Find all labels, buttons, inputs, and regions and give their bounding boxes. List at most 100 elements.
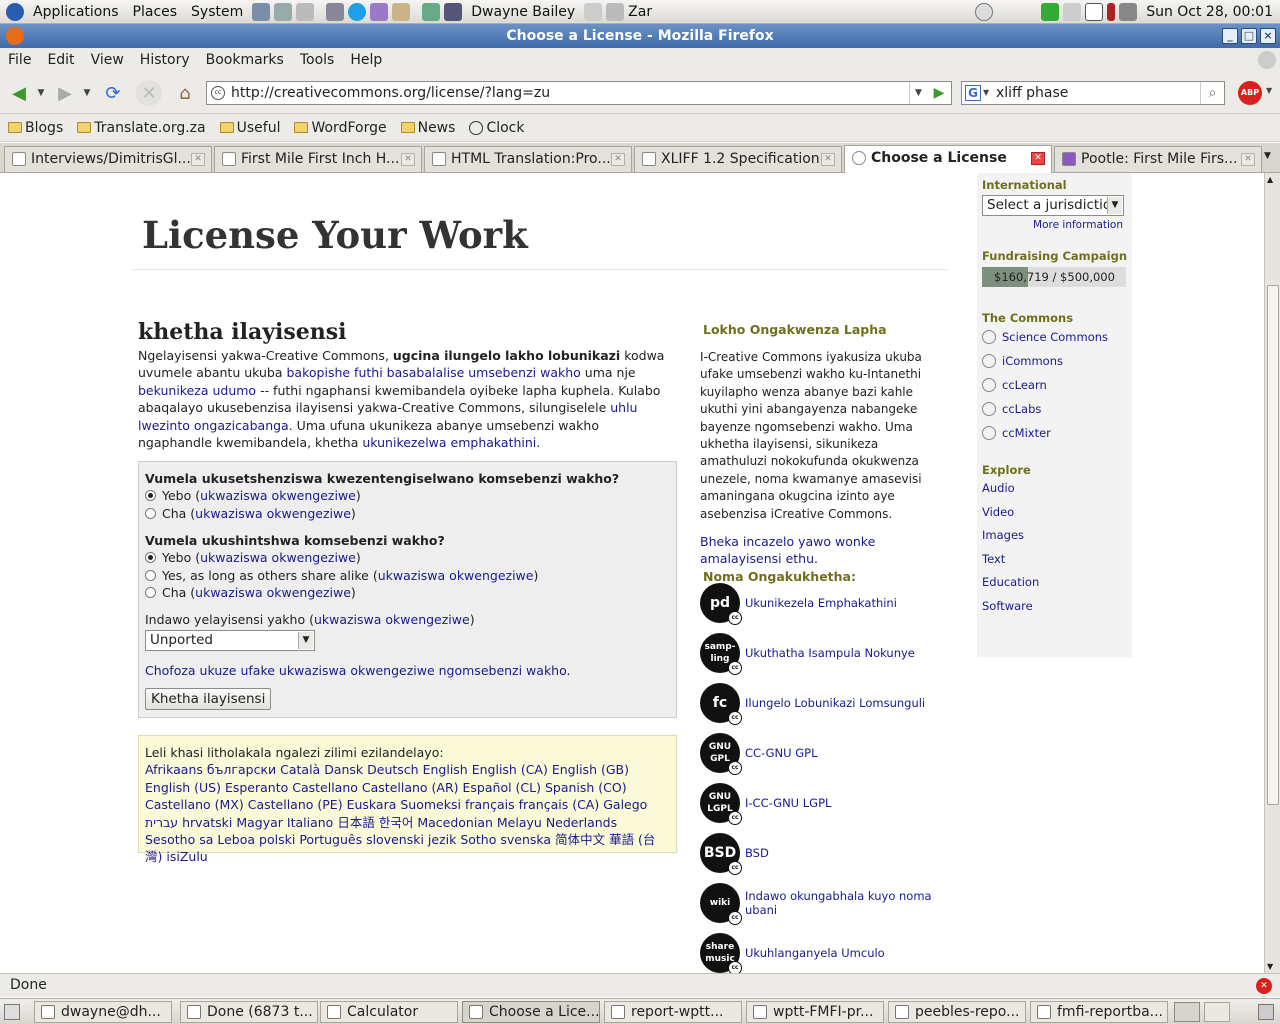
applications-menu[interactable]: Applications bbox=[26, 4, 126, 20]
language-link[interactable]: Português bbox=[299, 832, 362, 847]
close-tab-icon[interactable]: ✕ bbox=[1031, 152, 1045, 165]
launcher-icon[interactable] bbox=[422, 2, 441, 21]
system-menu[interactable]: System bbox=[184, 4, 250, 20]
power-icon[interactable] bbox=[975, 2, 994, 21]
option-commercial-no[interactable]: Cha (ukwaziswa okwengeziwe) bbox=[145, 505, 670, 523]
trash-icon[interactable] bbox=[1258, 1004, 1274, 1020]
tab-choose-license[interactable]: Choose a License ✕ bbox=[844, 145, 1052, 173]
more-information-link[interactable]: More information bbox=[1033, 219, 1123, 231]
language-link[interactable]: Spanish (CO) bbox=[545, 780, 627, 795]
fedora-logo-icon[interactable] bbox=[6, 2, 24, 21]
explore-link[interactable]: Text bbox=[982, 548, 1127, 572]
additional-info-link[interactable]: Chofoza ukuze ufake ukwaziswa okwengeziw… bbox=[145, 663, 571, 678]
close-tab-icon[interactable]: ✕ bbox=[611, 153, 625, 166]
tab-list-dropdown-icon[interactable]: ▼ bbox=[1264, 151, 1271, 161]
choose-license-button[interactable]: Khetha ilayisensi bbox=[145, 687, 272, 710]
language-link[interactable]: Italiano bbox=[287, 815, 333, 830]
explore-link[interactable]: Video bbox=[982, 501, 1127, 525]
language-link[interactable]: Castellano (MX) bbox=[145, 797, 244, 812]
license-option[interactable]: BSD cc BSD bbox=[700, 833, 945, 875]
license-option[interactable]: GNU GPL cc CC-GNU GPL bbox=[700, 733, 945, 775]
license-badge-icon[interactable]: fc cc bbox=[700, 683, 742, 725]
license-badge-icon[interactable]: share music cc bbox=[700, 933, 742, 973]
explore-link[interactable]: Images bbox=[982, 524, 1127, 548]
menu-help[interactable]: Help bbox=[342, 52, 390, 68]
language-link[interactable]: Afrikaans bbox=[145, 762, 203, 777]
option-mod-no[interactable]: Cha (ukwaziswa okwengeziwe) bbox=[145, 584, 670, 602]
bookmark-folder-wordforge[interactable]: WordForge bbox=[294, 120, 387, 136]
fundraising-progress-bar[interactable]: $160,719 / $500,000 bbox=[982, 267, 1126, 287]
language-link[interactable]: Castellano (PE) bbox=[248, 797, 343, 812]
commons-link[interactable]: iCommons bbox=[982, 349, 1127, 373]
google-engine-icon[interactable]: G bbox=[965, 85, 981, 101]
explore-link-text[interactable]: Video bbox=[982, 501, 1014, 525]
bookmark-folder-translate[interactable]: Translate.org.za bbox=[77, 120, 206, 136]
license-option-link[interactable]: Ukuhlanganyela Umculo bbox=[745, 946, 885, 960]
adblock-status-icon[interactable]: ✕ bbox=[1256, 978, 1272, 994]
search-icon[interactable]: ⌕ bbox=[1200, 82, 1224, 104]
menu-tools[interactable]: Tools bbox=[292, 52, 343, 68]
license-badge-icon[interactable]: wiki cc bbox=[700, 883, 742, 925]
license-badge-icon[interactable]: GNU GPL cc bbox=[700, 733, 742, 775]
tab-html-translation[interactable]: HTML Translation:Pro... ✕ bbox=[424, 146, 632, 172]
license-badge-icon[interactable]: BSD cc bbox=[700, 833, 742, 875]
launcher-icon[interactable] bbox=[326, 2, 345, 21]
language-link[interactable]: 简体中文 bbox=[555, 832, 605, 847]
explore-link-text[interactable]: Education bbox=[982, 571, 1039, 595]
license-option[interactable]: share music cc Ukuhlanganyela Umculo bbox=[700, 933, 945, 973]
battery-icon[interactable] bbox=[1107, 2, 1116, 21]
minimize-icon[interactable]: _ bbox=[1222, 28, 1238, 44]
scroll-up-icon[interactable]: ▲ bbox=[1267, 175, 1273, 184]
radio-selected-icon[interactable] bbox=[145, 490, 156, 502]
more-info-link[interactable]: ukwaziswa okwengeziwe bbox=[195, 505, 351, 523]
close-tab-icon[interactable]: ✕ bbox=[191, 153, 205, 166]
more-info-link[interactable]: ukwaziswa okwengeziwe bbox=[195, 584, 351, 602]
language-link[interactable]: 日本語 bbox=[337, 815, 375, 830]
license-badge-icon[interactable]: GNU LGPL cc bbox=[700, 783, 742, 825]
explore-link[interactable]: Education bbox=[982, 571, 1127, 595]
language-link[interactable]: български bbox=[207, 762, 276, 777]
bookmark-folder-useful[interactable]: Useful bbox=[219, 120, 280, 136]
stop-icon[interactable]: ✕ bbox=[136, 80, 162, 106]
taskbar-button[interactable]: wptt-FMFI-pr... bbox=[746, 1001, 884, 1023]
vertical-scrollbar[interactable]: ▲ ▼ bbox=[1264, 173, 1280, 973]
terminal-icon[interactable] bbox=[444, 2, 463, 21]
places-menu[interactable]: Places bbox=[126, 4, 185, 20]
pidgin-icon[interactable] bbox=[370, 2, 389, 21]
taskbar-button[interactable]: Choose a Lice... bbox=[462, 1001, 600, 1023]
taskbar-button[interactable]: Calculator bbox=[320, 1001, 458, 1023]
close-tab-icon[interactable]: ✕ bbox=[1241, 153, 1255, 166]
language-link[interactable]: Català bbox=[280, 762, 320, 777]
tab-first-mile[interactable]: First Mile First Inch H... ✕ bbox=[214, 146, 422, 172]
close-icon[interactable]: × bbox=[1260, 28, 1276, 44]
language-link[interactable]: Galego bbox=[603, 797, 647, 812]
radio-icon[interactable] bbox=[145, 587, 156, 599]
language-link[interactable]: Suomeksi bbox=[400, 797, 461, 812]
commons-link[interactable]: Science Commons bbox=[982, 325, 1127, 349]
reload-icon[interactable]: ⟳ bbox=[100, 80, 126, 106]
taskbar-button[interactable]: fmfi-reportba... bbox=[1030, 1001, 1168, 1023]
license-option[interactable]: samp-ling cc Ukuthatha Isampula Nokunye bbox=[700, 633, 945, 675]
keyboard-icon[interactable] bbox=[1085, 2, 1104, 21]
language-link[interactable]: עברית bbox=[145, 815, 178, 830]
explore-link[interactable]: Audio bbox=[982, 477, 1127, 501]
back-arrow-icon[interactable]: ◀ bbox=[6, 80, 32, 106]
launcher-icon[interactable] bbox=[252, 2, 271, 21]
radio-icon[interactable] bbox=[145, 507, 156, 519]
commons-link-text[interactable]: ccLearn bbox=[1002, 373, 1047, 397]
language-link[interactable]: Magyar bbox=[236, 815, 283, 830]
license-badge-icon[interactable]: pd cc bbox=[700, 583, 742, 625]
license-option-link[interactable]: Indawo okungabhala kuyo noma ubani bbox=[745, 889, 945, 917]
language-link[interactable]: English (CA) bbox=[472, 762, 548, 777]
language-link[interactable]: isiZulu bbox=[166, 849, 207, 864]
explore-link-text[interactable]: Audio bbox=[982, 477, 1015, 501]
explore-link-text[interactable]: Software bbox=[982, 595, 1033, 619]
license-option-link[interactable]: Ukuthatha Isampula Nokunye bbox=[745, 646, 915, 660]
taskbar-button[interactable]: Done (6873 t... bbox=[180, 1001, 318, 1023]
launcher-icon[interactable] bbox=[274, 2, 293, 21]
license-option[interactable]: fc cc Ilungelo Lobunikazi Lomsunguli bbox=[700, 683, 945, 725]
menu-history[interactable]: History bbox=[132, 52, 198, 68]
explore-link-text[interactable]: Images bbox=[982, 524, 1024, 548]
weather-location[interactable]: Zar bbox=[626, 4, 659, 20]
language-link[interactable]: Melayu bbox=[497, 815, 542, 830]
